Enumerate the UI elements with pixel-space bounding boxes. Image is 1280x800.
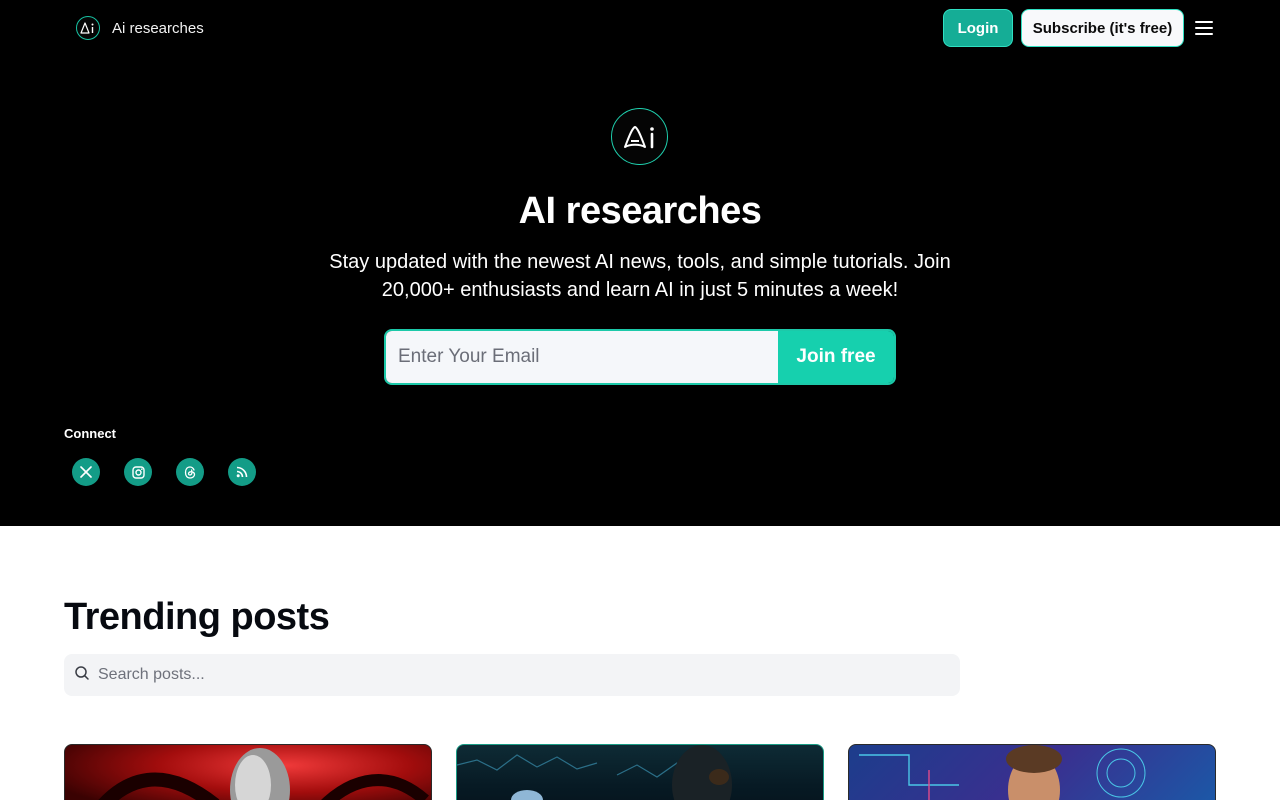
post-card-image[interactable] [456,744,824,800]
instagram-icon[interactable] [124,458,152,486]
post-cards [64,744,1216,800]
brand-logo-icon [76,16,100,40]
join-free-button[interactable]: Join free [778,331,894,383]
brand-link[interactable]: Ai researches [76,16,204,40]
search-input[interactable] [98,654,960,696]
connect-label: Connect [64,426,116,441]
trending-title: Trending posts [64,596,330,638]
email-signup-form: Join free [384,329,896,385]
email-input[interactable] [386,331,778,383]
login-button[interactable]: Login [943,9,1013,47]
search-icon [74,665,90,686]
post-card-image[interactable] [848,744,1216,800]
post-card-image[interactable] [64,744,432,800]
subscribe-button[interactable]: Subscribe (it's free) [1021,9,1184,47]
social-links [72,458,256,486]
hero-title: AI researches [518,190,762,232]
brand-name: Ai researches [112,19,204,37]
hero-logo-icon [611,108,668,165]
x-icon[interactable] [72,458,100,486]
search-bar [64,654,960,696]
hero-section: Ai researches Login Subscribe (it's free… [0,0,1280,526]
rss-icon[interactable] [228,458,256,486]
hero-subtitle: Stay updated with the newest AI news, to… [329,251,951,301]
threads-icon[interactable] [176,458,204,486]
hamburger-menu-icon[interactable] [1194,19,1214,37]
